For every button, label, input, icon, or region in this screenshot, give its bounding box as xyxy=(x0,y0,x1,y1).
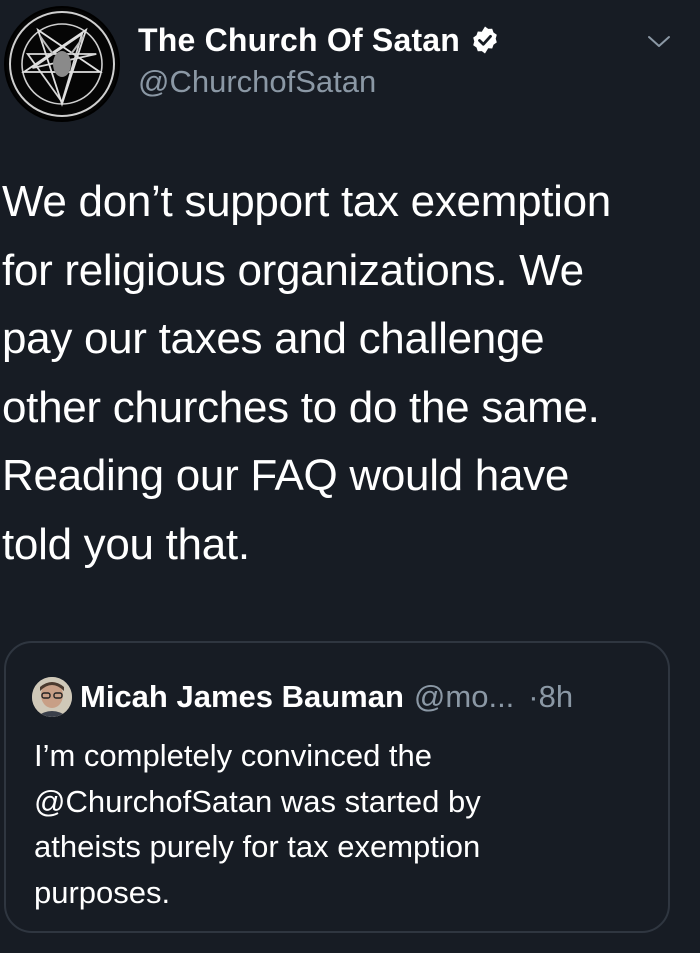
quoted-tweet-timestamp[interactable]: ·8h xyxy=(528,679,573,715)
tweet-text-line: other churches to do the same. xyxy=(2,382,600,432)
sigil-of-baphomet-icon xyxy=(6,8,118,120)
tweet-card: The Church Of Satan @ChurchofSatan We do… xyxy=(0,0,700,953)
quoted-tweet-header: Micah James Bauman @mo... ·8h xyxy=(32,675,573,719)
author-name-row: The Church Of Satan xyxy=(138,18,500,62)
tweet-text-line: told you that. xyxy=(2,519,250,569)
quoted-text-line: purposes. xyxy=(34,874,171,910)
quoted-text-line: I’m completely convinced the xyxy=(34,738,433,773)
quoted-author-display-name[interactable]: Micah James Bauman xyxy=(80,679,404,715)
verified-badge-icon xyxy=(470,25,500,55)
quoted-text-line: atheists purely for tax exemption xyxy=(34,829,481,864)
tweet-text-line: pay our taxes and challenge xyxy=(2,314,545,363)
quoted-tweet-body-text: I’m completely convinced the @ChurchofSa… xyxy=(34,733,644,915)
quoted-tweet-card[interactable]: Micah James Bauman @mo... ·8h I’m comple… xyxy=(4,641,670,933)
tweet-body-text: We don’t support tax exemption for relig… xyxy=(2,168,692,579)
author-avatar[interactable] xyxy=(4,6,120,122)
tweet-text-line: for religious organizations. We xyxy=(2,245,584,295)
quoted-author-avatar xyxy=(32,677,72,717)
tweet-text-line: We don’t support tax exemption xyxy=(2,177,611,226)
author-display-name[interactable]: The Church Of Satan xyxy=(138,22,460,59)
quoted-author-handle[interactable]: @mo... xyxy=(414,679,514,715)
quoted-text-line: @ChurchofSatan was started by xyxy=(34,783,481,819)
tweet-text-line: Reading our FAQ would have xyxy=(2,451,569,500)
author-handle[interactable]: @ChurchofSatan xyxy=(138,64,376,100)
more-options-chevron-down-icon[interactable] xyxy=(646,32,672,52)
